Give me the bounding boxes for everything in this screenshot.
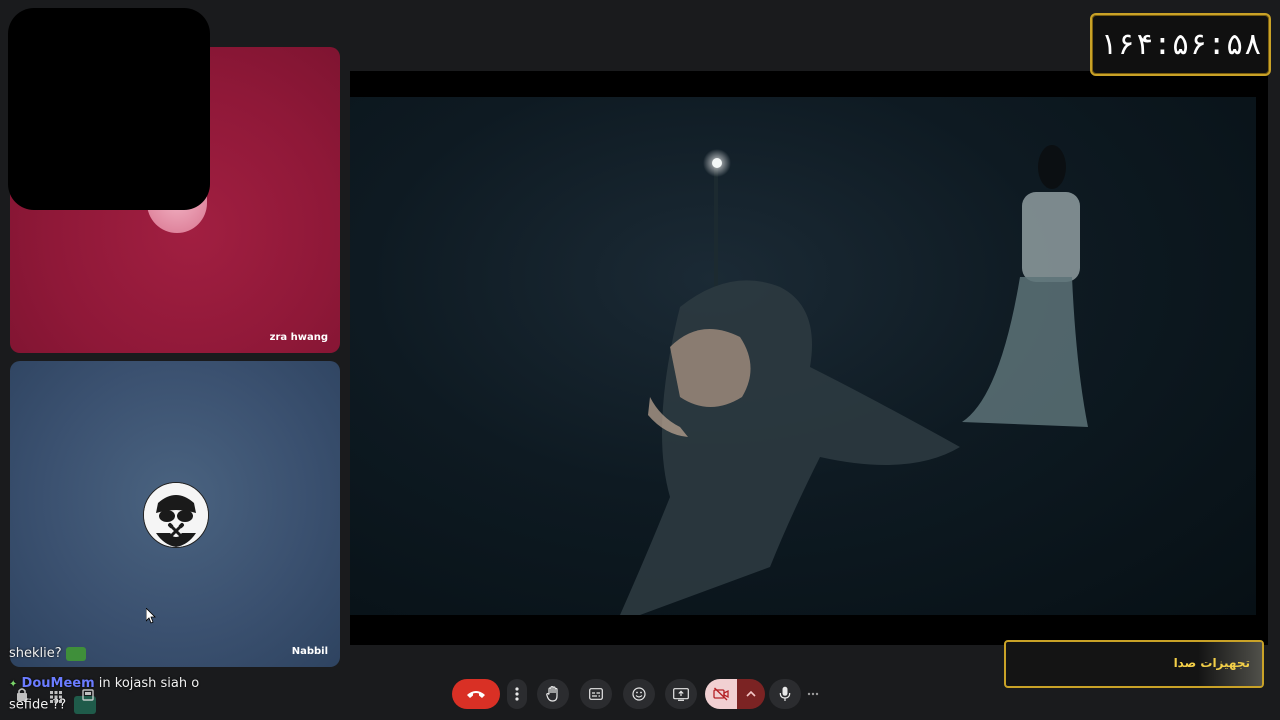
present-screen-icon: [673, 687, 689, 701]
more-audio-options-button[interactable]: [802, 679, 824, 709]
shared-video[interactable]: [350, 97, 1256, 615]
chat-message: sheklie?: [9, 646, 86, 661]
emoji-reaction-button[interactable]: [623, 679, 655, 709]
chevron-up-icon: [746, 691, 756, 697]
device-icon: [82, 686, 94, 705]
more-options-button[interactable]: [507, 679, 527, 709]
more-vertical-icon: [515, 687, 519, 701]
camera-toggle-button[interactable]: [705, 679, 737, 709]
sound-settings-label: تجهیزات صدا: [1173, 656, 1250, 670]
emoji-icon: [632, 687, 646, 701]
sound-settings-panel[interactable]: تجهیزات صدا: [1004, 640, 1264, 688]
captions-button[interactable]: [580, 679, 612, 709]
raise-hand-button[interactable]: [537, 679, 569, 709]
present-screen-button[interactable]: [665, 679, 697, 709]
camera-options-button[interactable]: [737, 679, 765, 709]
captions-icon: [589, 688, 603, 700]
participant-name: Nabbil: [291, 646, 328, 657]
camera-off-icon: [713, 687, 729, 701]
hand-icon: [546, 686, 560, 702]
end-call-button[interactable]: [452, 679, 500, 709]
lock-icon: [16, 686, 28, 705]
participant-avatar: [143, 482, 209, 548]
chat-message-text: in kojash siah o: [98, 676, 200, 691]
timer-text: ۱۶۴:۵۶:۵۸: [1099, 27, 1262, 62]
more-horizontal-icon: [807, 692, 819, 696]
grid-icon: [50, 688, 62, 707]
chat-message-text: sheklie?: [9, 646, 62, 661]
chat-message: ✦ DouMeem in kojash siah o: [9, 676, 199, 691]
microphone-button[interactable]: [769, 679, 801, 709]
mouse-cursor-icon: [145, 607, 156, 628]
microphone-icon: [779, 686, 791, 702]
phone-hangup-icon: [466, 688, 486, 700]
emote-icon: [65, 646, 86, 661]
elapsed-timer: ۱۶۴:۵۶:۵۸: [1090, 13, 1271, 76]
participant-name: zra hwang: [269, 332, 328, 343]
self-view-video[interactable]: [8, 8, 210, 210]
